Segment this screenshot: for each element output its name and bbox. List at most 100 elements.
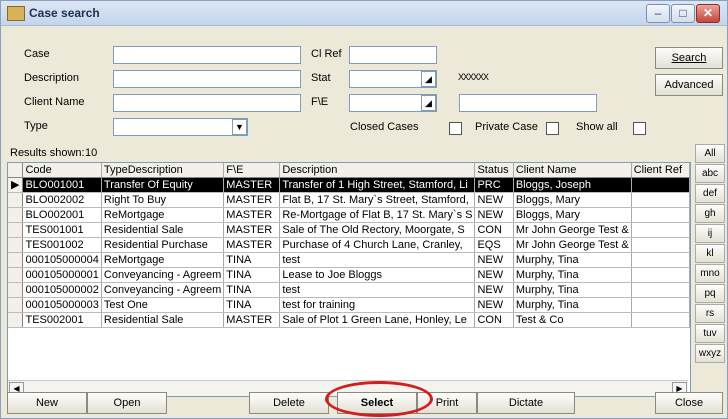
table-cell: MASTER bbox=[223, 222, 281, 238]
alpha-tab-abc[interactable]: abc bbox=[695, 164, 725, 183]
table-header-row: Code TypeDescription F\E Description Sta… bbox=[8, 163, 691, 178]
table-cell bbox=[631, 282, 691, 298]
alpha-tab-ij[interactable]: ij bbox=[695, 224, 725, 243]
table-cell: Right To Buy bbox=[101, 192, 225, 208]
stat-label: Stat bbox=[311, 72, 331, 84]
alpha-tab-tuv[interactable]: tuv bbox=[695, 324, 725, 343]
results-grid[interactable]: Code TypeDescription F\E Description Sta… bbox=[7, 162, 691, 397]
table-row[interactable]: 000105000004 ReMortgage TINA test NEW Mu… bbox=[8, 252, 691, 268]
table-row[interactable]: TES001002 Residential Purchase MASTER Pu… bbox=[8, 237, 691, 253]
table-row[interactable]: TES002001 Residential Sale MASTER Sale o… bbox=[8, 312, 691, 328]
case-search-window: Case search – □ ✕ Case Description Clien… bbox=[0, 0, 728, 419]
column-header-status[interactable]: Status bbox=[474, 163, 514, 178]
row-indicator bbox=[8, 222, 24, 238]
table-cell: NEW bbox=[474, 282, 514, 298]
column-header-type-description[interactable]: TypeDescription bbox=[101, 163, 225, 178]
case-input[interactable] bbox=[113, 46, 301, 64]
table-cell: test bbox=[279, 252, 476, 268]
table-cell bbox=[631, 312, 691, 328]
table-cell: Test One bbox=[101, 297, 225, 313]
table-cell: TES002001 bbox=[22, 312, 102, 328]
search-button[interactable]: Search bbox=[655, 47, 723, 69]
show-all-checkbox[interactable] bbox=[633, 122, 646, 135]
new-button[interactable]: New bbox=[7, 392, 87, 414]
table-cell: Re-Mortgage of Flat B, 17 St. Mary`s S bbox=[279, 207, 476, 223]
table-cell: TES001002 bbox=[22, 237, 102, 253]
open-button[interactable]: Open bbox=[87, 392, 167, 414]
alpha-tab-gh[interactable]: gh bbox=[695, 204, 725, 223]
minimize-icon[interactable]: – bbox=[646, 4, 670, 23]
table-cell: NEW bbox=[474, 207, 514, 223]
table-cell: NEW bbox=[474, 267, 514, 283]
closed-cases-label: Closed Cases bbox=[350, 121, 419, 133]
table-row[interactable]: 000105000003 Test One TINA test for trai… bbox=[8, 297, 691, 313]
alpha-tab-rs[interactable]: rs bbox=[695, 304, 725, 323]
column-header-code[interactable]: Code bbox=[22, 163, 102, 178]
case-label: Case bbox=[24, 48, 50, 60]
alpha-tab-wxyz[interactable]: wxyz bbox=[695, 344, 725, 363]
dropdown-arrow-icon[interactable]: ◢ bbox=[421, 71, 436, 87]
column-header-description[interactable]: Description bbox=[279, 163, 476, 178]
client-name-input[interactable] bbox=[113, 94, 301, 112]
table-cell: Lease to Joe Bloggs bbox=[279, 267, 476, 283]
table-cell: MASTER bbox=[223, 192, 281, 208]
table-row[interactable]: ▶ BLO001001 Transfer Of Equity MASTER Tr… bbox=[8, 177, 691, 193]
table-row[interactable]: BLO002001 ReMortgage MASTER Re-Mortgage … bbox=[8, 207, 691, 223]
advanced-button[interactable]: Advanced bbox=[655, 74, 723, 96]
table-row[interactable]: BLO002002 Right To Buy MASTER Flat B, 17… bbox=[8, 192, 691, 208]
table-row[interactable]: 000105000001 Conveyancing - Agreem TINA … bbox=[8, 267, 691, 283]
dropdown-arrow-icon[interactable]: ◢ bbox=[421, 95, 436, 111]
table-cell: Transfer of 1 High Street, Stamford, Li bbox=[279, 177, 476, 193]
table-cell: Residential Sale bbox=[101, 222, 225, 238]
table-cell: 000105000003 bbox=[22, 297, 102, 313]
closed-cases-checkbox[interactable] bbox=[449, 122, 462, 135]
type-label: Type bbox=[24, 120, 48, 132]
fe-description-input[interactable] bbox=[459, 94, 597, 112]
table-cell: MASTER bbox=[223, 312, 281, 328]
column-header-client-ref[interactable]: Client Ref bbox=[631, 163, 691, 178]
fe-select[interactable]: ◢ bbox=[349, 94, 437, 112]
alpha-tab-mno[interactable]: mno bbox=[695, 264, 725, 283]
table-cell: Mr John George Test & bbox=[513, 237, 632, 253]
table-row[interactable]: TES001001 Residential Sale MASTER Sale o… bbox=[8, 222, 691, 238]
stat-description-text: XXXXXX bbox=[458, 72, 489, 82]
alpha-tab-kl[interactable]: kl bbox=[695, 244, 725, 263]
table-cell: Bloggs, Mary bbox=[513, 192, 632, 208]
table-cell: NEW bbox=[474, 192, 514, 208]
table-cell: test bbox=[279, 282, 476, 298]
dictate-button[interactable]: Dictate bbox=[477, 392, 575, 414]
column-header-fe[interactable]: F\E bbox=[223, 163, 281, 178]
table-cell: CON bbox=[474, 312, 514, 328]
table-cell: Flat B, 17 St. Mary`s Street, Stamford, bbox=[279, 192, 476, 208]
maximize-icon[interactable]: □ bbox=[671, 4, 695, 23]
table-cell: CON bbox=[474, 222, 514, 238]
table-cell: BLO001001 bbox=[22, 177, 102, 193]
description-input[interactable] bbox=[113, 70, 301, 88]
column-header-client-name[interactable]: Client Name bbox=[513, 163, 632, 178]
client-name-label: Client Name bbox=[24, 96, 85, 108]
table-row[interactable]: 000105000002 Conveyancing - Agreem TINA … bbox=[8, 282, 691, 298]
table-cell: 000105000001 bbox=[22, 267, 102, 283]
close-icon[interactable]: ✕ bbox=[696, 4, 720, 23]
stat-select[interactable]: ◢ bbox=[349, 70, 437, 88]
delete-button[interactable]: Delete bbox=[249, 392, 329, 414]
row-indicator bbox=[8, 237, 24, 253]
clref-label: Cl Ref bbox=[311, 48, 342, 60]
row-indicator bbox=[8, 192, 24, 208]
alpha-tab-pq[interactable]: pq bbox=[695, 284, 725, 303]
chevron-down-icon[interactable]: ▼ bbox=[232, 119, 247, 135]
app-icon bbox=[7, 6, 25, 21]
alpha-tab-def[interactable]: def bbox=[695, 184, 725, 203]
row-indicator bbox=[8, 207, 24, 223]
private-case-checkbox[interactable] bbox=[546, 122, 559, 135]
table-cell: test for training bbox=[279, 297, 476, 313]
title-bar[interactable]: Case search – □ ✕ bbox=[1, 1, 727, 26]
close-button[interactable]: Close bbox=[655, 392, 723, 414]
table-cell: Residential Purchase bbox=[101, 237, 225, 253]
alpha-tab-all[interactable]: All bbox=[695, 144, 725, 163]
type-select[interactable]: ▼ bbox=[113, 118, 248, 136]
table-cell: Bloggs, Joseph bbox=[513, 177, 632, 193]
clref-input[interactable] bbox=[349, 46, 437, 64]
table-cell: ReMortgage bbox=[101, 252, 225, 268]
description-label: Description bbox=[24, 72, 80, 84]
